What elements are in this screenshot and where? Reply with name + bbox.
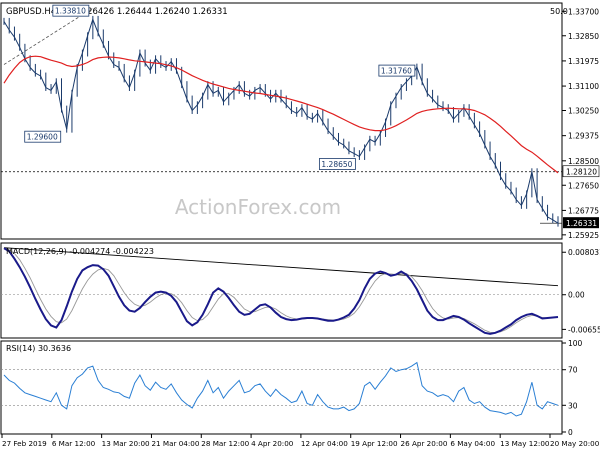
- price-panel: GBPUSD.H4 1.26426 1.26444 1.26240 1.2633…: [0, 2, 600, 240]
- time-tick-label: 6 May 04:00: [450, 439, 495, 448]
- time-tick-label: 13 May 12:00: [500, 439, 550, 448]
- time-tick-label: 19 Apr 12:00: [351, 439, 398, 448]
- price-y-tick-label: 1.26775: [568, 206, 599, 215]
- watermark: ActionForex.com: [175, 195, 341, 219]
- macd-panel-title: MACD(12,26,9) -0.004274 -0.004223: [6, 247, 154, 256]
- price-y-tick-label: 1.27650: [568, 181, 599, 190]
- rsi-panel-title: RSI(14) 30.3636: [6, 344, 71, 353]
- rsi-y-tick-label: 0: [568, 428, 573, 437]
- annotation-label: 1.28650: [321, 160, 352, 169]
- time-tick-label: 27 Feb 2019: [2, 439, 47, 448]
- time-tick-label: 26 Apr 20:00: [401, 439, 448, 448]
- rsi-y-axis: 100 70 30 0: [562, 339, 583, 437]
- price-y-tick-label: 1.30250: [568, 107, 599, 116]
- price-y-tick-label: 1.28500: [568, 157, 599, 166]
- rsi-y-tick-label: 100: [568, 339, 583, 348]
- macd-y-tick-label: -0.00655: [568, 325, 600, 334]
- rsi-panel: 100 70 30 0 RSI(14) 30.3636: [0, 339, 583, 437]
- time-tick-label: 12 Apr 04:00: [301, 439, 348, 448]
- price-y-tick-label: 1.31100: [568, 82, 599, 91]
- time-tick-label: 6 Mar 12:00: [52, 439, 96, 448]
- time-tick-label: 4 Apr 20:00: [251, 439, 294, 448]
- macd-y-tick-label: 0.00: [568, 291, 585, 300]
- time-axis: 27 Feb 2019 6 Mar 12:00 13 Mar 20:00 21 Mar…: [1, 434, 600, 448]
- time-tick-label: 20 May 20:00: [550, 439, 600, 448]
- annotation-label: 1.33810: [55, 7, 86, 16]
- last-price-label: 1.26331: [566, 219, 597, 228]
- macd-y-axis: 0.008031 0.00 -0.00655: [562, 248, 600, 334]
- macd-y-tick-label: 0.008031: [568, 248, 600, 257]
- rsi-y-tick-label: 70: [568, 366, 578, 375]
- price-panel-title: GBPUSD.H4: [6, 7, 56, 17]
- price-y-tick-label: 1.33700: [568, 7, 599, 16]
- rsi-y-tick-label: 30: [568, 401, 578, 410]
- ohlc-readout: 1.26426 1.26444 1.26240 1.26331: [79, 7, 228, 17]
- price-y-tick-label: 1.32850: [568, 32, 599, 41]
- macd-panel-frame: [0, 242, 563, 339]
- price-y-tick-label: 1.29375: [568, 132, 599, 141]
- time-tick-label: 13 Mar 20:00: [102, 439, 150, 448]
- rsi-panel-frame: [0, 340, 563, 435]
- price-y-tick-label: 1.31975: [568, 57, 599, 66]
- time-tick-label: 21 Mar 04:00: [151, 439, 199, 448]
- macd-panel: 0.008031 0.00 -0.00655 MACD(12,26,9) -0.00…: [0, 242, 600, 339]
- price-y-tick-label: 1.25925: [568, 231, 599, 240]
- level-label: 1.28120: [566, 168, 597, 177]
- annotation-label: 1.31760: [381, 67, 412, 76]
- annotation-label: 1.29600: [27, 133, 58, 142]
- forex-chart: GBPUSD.H4 1.26426 1.26444 1.26240 1.2633…: [0, 2, 600, 448]
- time-tick-label: 28 Mar 12:00: [201, 439, 249, 448]
- price-y-axis: 1.33700 1.32850 1.31975 1.31100 1.30250 1.293…: [562, 7, 599, 240]
